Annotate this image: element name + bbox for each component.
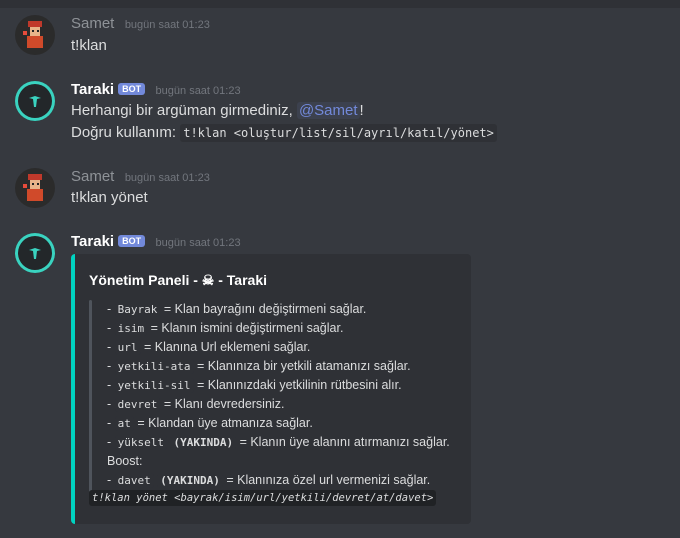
inline-code: url [114,340,141,355]
message-text: Herhangi bir argüman girmediniz, [71,102,297,119]
bot-badge: BOT [118,235,146,247]
embed-footer-code: t!klan yönet <bayrak/isim/url/yetkili/de… [89,490,437,506]
message-line-2: Doğru kullanım: t!klan <oluştur/list/sil… [71,124,497,142]
avatar[interactable] [15,233,55,273]
inline-code: (YAKINDA) [157,473,223,488]
timestamp: bugün saat 01:23 [155,237,241,249]
embed-line: - isim = Klanın ismini değiştirmeni sağl… [107,321,344,336]
author-name[interactable]: Taraki [71,233,114,250]
inline-code: (YAKINDA) [170,435,237,450]
message-text: t!klan [71,37,107,54]
inline-code: isim [114,321,148,336]
inline-code: yetkili-ata [114,359,194,374]
taraki-avatar-icon [29,96,41,107]
author-name[interactable]: Taraki [71,81,114,98]
inline-code: yükselt [114,435,167,450]
message-line-1: Herhangi bir argüman girmediniz, @Samet! [71,102,364,119]
embed: Yönetim Paneli - ☠ - Taraki - Bayrak = K… [71,254,471,524]
samet-avatar-icon [23,174,43,201]
message-text: ! [359,102,364,119]
inline-code: devret [114,397,161,412]
timestamp: bugün saat 01:23 [124,19,210,31]
samet-avatar-icon [23,21,43,48]
embed-line: - yetkili-ata = Klanınıza bir yetkili at… [107,359,411,374]
author-name[interactable]: Samet [71,15,114,32]
taraki-avatar-icon [29,248,41,259]
message-text: t!klan yönet [71,189,148,206]
embed-line: - devret = Klanı devredersiniz. [107,397,285,412]
embed-line: - davet (YAKINDA) = Klanınıza özel url v… [107,473,431,488]
user-mention[interactable]: @Samet [296,102,360,119]
inline-code: t!klan <oluştur/list/sil/ayrıl/katıl/yön… [180,124,497,142]
timestamp: bugün saat 01:23 [155,85,241,97]
embed-line: - yükselt (YAKINDA) = Klanın üye alanını… [107,435,450,450]
inline-code: yetkili-sil [114,378,194,393]
top-bar [0,0,680,8]
avatar[interactable] [15,168,55,208]
embed-line: - Bayrak = Klan bayrağını değiştirmeni s… [107,302,367,317]
inline-code: at [114,416,134,431]
inline-code: davet [114,473,154,488]
message-text: Doğru kullanım: [71,124,181,141]
author-name[interactable]: Samet [71,168,114,185]
embed-line: - url = Klanına Url eklemeni sağlar. [107,340,311,355]
avatar[interactable] [15,15,55,55]
inline-code: Bayrak [114,302,161,317]
embed-line: - at = Klandan üye atmanıza sağlar. [107,416,313,431]
embed-line: Boost: [107,454,143,468]
embed-title: Yönetim Paneli - ☠ - Taraki [89,272,268,288]
embed-line: - yetkili-sil = Klanınızdaki yetkilinin … [107,378,402,393]
timestamp: bugün saat 01:23 [124,172,210,184]
blockquote-bar [89,300,92,492]
avatar[interactable] [15,81,55,121]
bot-badge: BOT [118,83,146,95]
